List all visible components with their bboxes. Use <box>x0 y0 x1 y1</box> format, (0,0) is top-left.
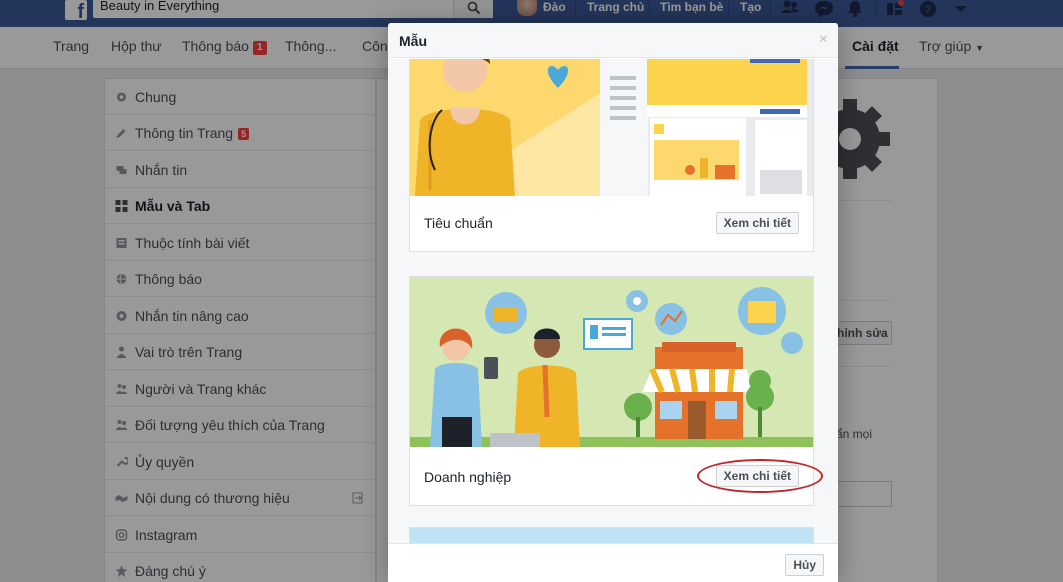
templates-dialog: Mẫu × Tiêu chuẩn Xem chi tiết Doanh nghi… <box>388 23 838 582</box>
business-template-illustration <box>410 277 813 447</box>
dialog-footer: Hủy <box>388 543 838 582</box>
close-icon[interactable]: × <box>819 32 828 48</box>
dialog-title: Mẫu <box>399 33 427 49</box>
cancel-button[interactable]: Hủy <box>785 554 824 576</box>
template-card-standard[interactable]: Tiêu chuẩn Xem chi tiết <box>409 59 814 252</box>
dialog-header: Mẫu × <box>388 23 838 58</box>
dialog-body: Tiêu chuẩn Xem chi tiết Doanh nghiệp Xem… <box>388 59 838 543</box>
next-template-illustration <box>410 528 813 543</box>
standard-template-illustration <box>410 59 813 196</box>
template-card-next[interactable] <box>409 527 814 543</box>
template-card-business[interactable]: Doanh nghiệp Xem chi tiết <box>409 276 814 506</box>
template-name-standard: Tiêu chuẩn <box>424 215 493 231</box>
view-details-button-standard[interactable]: Xem chi tiết <box>715 212 799 234</box>
view-details-button-business[interactable]: Xem chi tiết <box>715 465 799 487</box>
template-name-business: Doanh nghiệp <box>424 469 512 485</box>
